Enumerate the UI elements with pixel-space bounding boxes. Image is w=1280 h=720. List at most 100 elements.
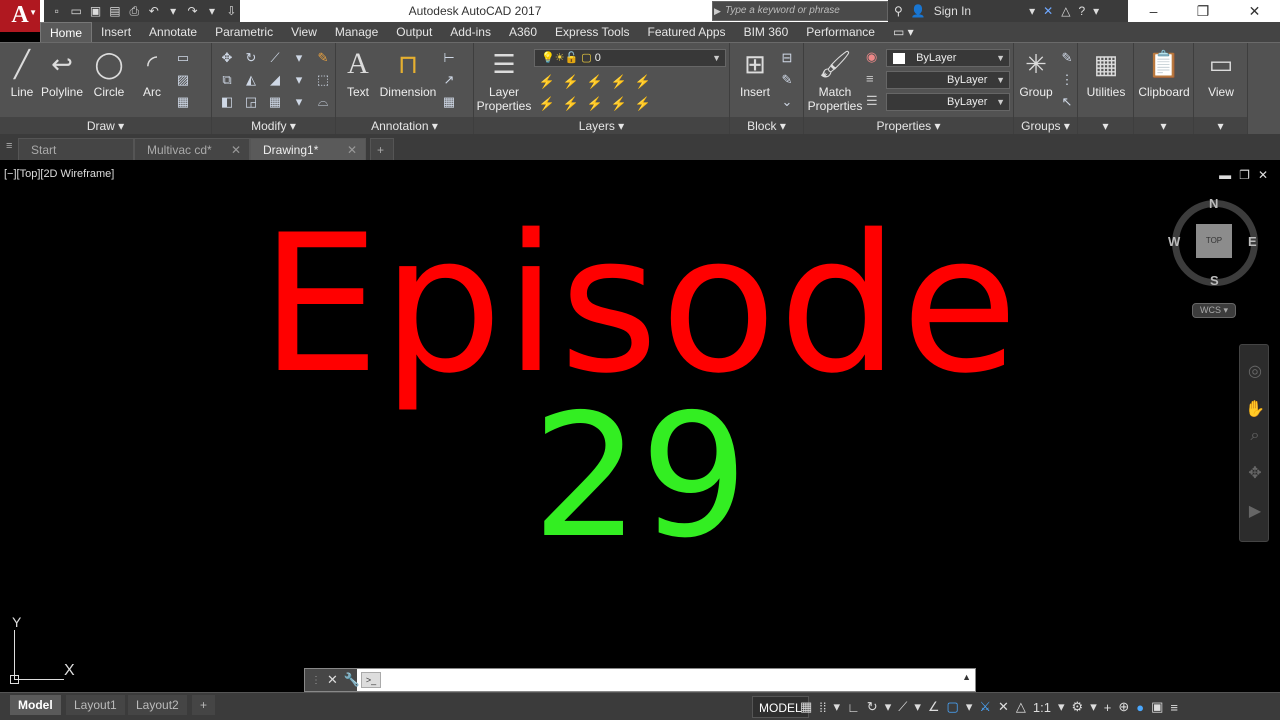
- linetype-dropdown[interactable]: ByLayer ▼: [886, 71, 1010, 89]
- groups-panel-label[interactable]: Groups ▾: [1014, 117, 1077, 135]
- customization-icon[interactable]: ≡: [1170, 700, 1178, 715]
- add-layout-button[interactable]: +: [192, 695, 216, 715]
- new-tab-button[interactable]: +: [370, 138, 394, 160]
- redo-dropdown-icon[interactable]: ▾: [203, 2, 220, 20]
- grid-icon[interactable]: ▦: [800, 699, 812, 715]
- close-icon[interactable]: ✕: [1249, 3, 1261, 20]
- close-tab-icon[interactable]: ✕: [231, 139, 241, 161]
- table-icon[interactable]: ▦: [440, 93, 458, 111]
- polar-dropdown-icon[interactable]: ▾: [885, 699, 892, 715]
- mirror-icon[interactable]: ◭: [242, 71, 260, 89]
- doc-tabs-menu-icon[interactable]: ≡: [6, 140, 12, 152]
- tab-a360[interactable]: A360: [500, 22, 546, 42]
- pan-icon[interactable]: ✋: [1244, 399, 1266, 421]
- isolate-objects-icon[interactable]: ●: [1136, 700, 1144, 715]
- units-icon[interactable]: ⊕: [1118, 699, 1129, 715]
- circle-button[interactable]: ◯ Circle: [88, 47, 130, 99]
- create-block-icon[interactable]: ⊟: [778, 49, 796, 67]
- rectangle-icon[interactable]: ▭: [174, 49, 192, 67]
- scale-dropdown-icon[interactable]: ▾: [1058, 699, 1065, 715]
- isometric-icon[interactable]: ⟋: [898, 699, 907, 715]
- save-as-icon[interactable]: ▤: [106, 2, 123, 20]
- command-history-icon[interactable]: ▲: [962, 672, 971, 682]
- tab-annotate[interactable]: Annotate: [140, 22, 206, 42]
- ortho-icon[interactable]: ∟: [847, 700, 860, 715]
- close-command-line-icon[interactable]: ✕: [327, 672, 338, 688]
- showmotion-icon[interactable]: ▶: [1244, 501, 1266, 523]
- tab-insert[interactable]: Insert: [92, 22, 140, 42]
- drag-grip-icon[interactable]: ⋮: [311, 675, 321, 686]
- dimension-button[interactable]: ⊓ Dimension: [378, 47, 438, 99]
- viewport-minimize-icon[interactable]: ▬: [1219, 168, 1231, 182]
- trim-dropdown-icon[interactable]: ▾: [290, 49, 308, 67]
- block-panel-label[interactable]: Block ▾: [730, 117, 803, 135]
- isometric-dropdown-icon[interactable]: ▾: [914, 699, 921, 715]
- snap-mode-icon[interactable]: ⁞⁞: [819, 700, 826, 715]
- array-icon[interactable]: ▦: [266, 93, 284, 111]
- view-button[interactable]: ▭ View: [1194, 47, 1248, 99]
- fillet-dropdown-icon[interactable]: ▾: [290, 71, 308, 89]
- layout-tab-model[interactable]: Model: [10, 695, 61, 715]
- a360-icon[interactable]: △: [1061, 4, 1070, 18]
- orbit-icon[interactable]: ✥: [1244, 463, 1266, 485]
- layer-match-icon[interactable]: ⚡: [634, 73, 652, 91]
- tab-output[interactable]: Output: [387, 22, 441, 42]
- erase-icon[interactable]: ✎: [314, 49, 332, 67]
- layer-unisolate-icon[interactable]: ⚡: [562, 95, 580, 113]
- ribbon-minimize-icon[interactable]: ▭ ▾: [884, 22, 923, 42]
- layer-thaw-icon[interactable]: ⚡: [586, 95, 604, 113]
- viewcube-top-face[interactable]: TOP: [1196, 224, 1232, 258]
- tab-parametric[interactable]: Parametric: [206, 22, 282, 42]
- search-input[interactable]: ▶ Type a keyword or phrase: [712, 1, 888, 21]
- polyline-button[interactable]: ↩ Polyline: [40, 47, 84, 99]
- insert-button[interactable]: ⊞ Insert: [734, 47, 776, 99]
- scale-icon[interactable]: ◲: [242, 93, 260, 111]
- undo-dropdown-icon[interactable]: ▾: [164, 2, 181, 20]
- print-icon[interactable]: ⎙: [126, 2, 143, 20]
- offset-icon[interactable]: ⌓: [314, 93, 332, 111]
- viewport-restore-icon[interactable]: ❐: [1239, 168, 1250, 182]
- move-icon[interactable]: ✥: [218, 49, 236, 67]
- compass-north[interactable]: N: [1209, 196, 1218, 211]
- layer-off-icon[interactable]: ⚡: [538, 73, 556, 91]
- layout-tab-layout2[interactable]: Layout2: [128, 695, 187, 715]
- minimize-icon[interactable]: –: [1150, 3, 1158, 19]
- search-expand-icon[interactable]: ▶: [714, 2, 721, 20]
- snap-dropdown-icon[interactable]: ▾: [834, 699, 841, 715]
- help-icon[interactable]: ?: [1078, 4, 1085, 18]
- tab-add-ins[interactable]: Add-ins: [441, 22, 500, 42]
- utilities-expand-icon[interactable]: ▾: [1078, 117, 1133, 135]
- arc-button[interactable]: ◜ Arc: [134, 47, 170, 99]
- clipboard-button[interactable]: 📋 Clipboard: [1134, 47, 1194, 99]
- hatch-icon[interactable]: ▨: [174, 71, 192, 89]
- open-file-icon[interactable]: ▭: [67, 2, 84, 20]
- ungroup-icon[interactable]: ✎: [1058, 49, 1076, 67]
- polar-tracking-icon[interactable]: ↻: [867, 699, 878, 715]
- tab-view[interactable]: View: [282, 22, 326, 42]
- lineweight-dropdown[interactable]: ByLayer ▼: [886, 93, 1010, 111]
- clean-screen-icon[interactable]: ▣: [1151, 699, 1163, 715]
- tab-performance[interactable]: Performance: [797, 22, 884, 42]
- layer-dropdown[interactable]: 💡☀🔓 ▢ 0 ▼: [534, 49, 726, 67]
- layer-copy-icon[interactable]: ⚡: [634, 95, 652, 113]
- undo-icon[interactable]: ↶: [145, 2, 162, 20]
- command-prompt-icon[interactable]: >_: [361, 672, 381, 688]
- clipboard-expand-icon[interactable]: ▾: [1134, 117, 1193, 135]
- doc-tab-start[interactable]: Start: [18, 138, 134, 160]
- workspace-dropdown-icon[interactable]: ▾: [1090, 699, 1097, 715]
- rotate-icon[interactable]: ↻: [242, 49, 260, 67]
- annotation-panel-label[interactable]: Annotation ▾: [336, 117, 473, 135]
- annotation-visibility-icon[interactable]: ⚔: [979, 699, 991, 715]
- object-snap-dropdown-icon[interactable]: ▾: [966, 699, 973, 715]
- sign-in-link[interactable]: Sign In: [934, 4, 971, 18]
- viewport-close-icon[interactable]: ✕: [1258, 168, 1268, 182]
- drawing-viewport[interactable]: [−][Top][2D Wireframe] ▬ ❐ ✕ Episode 29 …: [0, 162, 1280, 692]
- close-tab-icon[interactable]: ✕: [347, 139, 357, 161]
- layout-tab-layout1[interactable]: Layout1: [66, 695, 125, 715]
- doc-tab-multivac[interactable]: Multivac cd* ✕: [134, 138, 250, 160]
- layer-freeze-icon[interactable]: ⚡: [586, 73, 604, 91]
- exchange-apps-icon[interactable]: ✕: [1043, 4, 1053, 18]
- workspace-gear-icon[interactable]: ⚙: [1072, 699, 1084, 715]
- multileader-icon[interactable]: ↗: [440, 71, 458, 89]
- array-dropdown-icon[interactable]: ▾: [290, 93, 308, 111]
